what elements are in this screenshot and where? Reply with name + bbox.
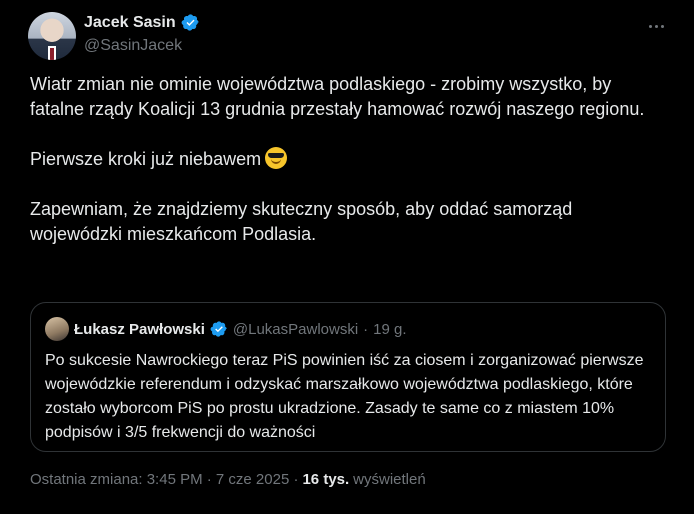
tweet-header: Jacek Sasin @SasinJacek	[28, 10, 668, 62]
author-name-row: Jacek Sasin	[84, 13, 200, 32]
quoted-verified-badge-icon	[210, 321, 227, 337]
views-label: wyświetleń	[353, 471, 426, 488]
tweet-paragraph-1: Wiatr zmian nie ominie województwa podla…	[30, 74, 645, 119]
quoted-timestamp[interactable]: 19 g.	[373, 321, 406, 338]
tweet-paragraph-3: Zapewniam, że znajdziemy skuteczny sposó…	[30, 199, 573, 244]
quoted-tweet-header: Łukasz Pawłowski @LukasPawlowski · 19 g.	[45, 317, 407, 341]
tweet-body: Wiatr zmian nie ominie województwa podla…	[30, 72, 660, 247]
more-options-icon[interactable]	[646, 16, 666, 36]
views-count: 16 tys.	[302, 471, 350, 488]
author-avatar[interactable]	[28, 12, 76, 60]
quoted-author-avatar[interactable]	[45, 317, 69, 341]
avatar-tie	[50, 48, 54, 60]
quoted-author-name[interactable]: Łukasz Pawłowski	[74, 321, 205, 338]
quoted-tweet-text: Po sukcesie Nawrockiego teraz PiS powini…	[45, 352, 644, 441]
quoted-separator: ·	[363, 320, 369, 338]
quoted-tweet-card[interactable]: Łukasz Pawłowski @LukasPawlowski · 19 g.…	[30, 302, 666, 452]
tweet-meta: Ostatnia zmiana: 3:45 PM · 7 cze 2025 · …	[30, 471, 426, 488]
verified-badge-icon	[181, 14, 199, 31]
quoted-author-handle[interactable]: @LukasPawlowski	[233, 321, 358, 338]
tweet-paragraph-2: Pierwsze kroki już niebawem	[30, 147, 660, 172]
author-handle[interactable]: @SasinJacek	[84, 37, 182, 55]
author-name[interactable]: Jacek Sasin	[84, 14, 176, 32]
edited-timestamp[interactable]: Ostatnia zmiana: 3:45 PM · 7 cze 2025 ·	[30, 471, 298, 488]
sunglasses-emoji-icon	[265, 147, 288, 169]
